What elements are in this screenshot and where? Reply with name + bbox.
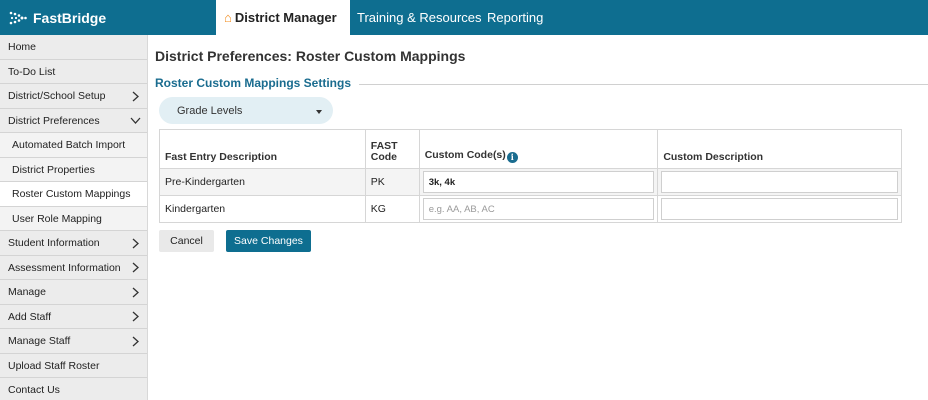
page-title: District Preferences: Roster Custom Mapp… bbox=[155, 48, 466, 64]
cell-fast-code: KG bbox=[364, 195, 420, 223]
sidebar-item-automated-batch-import[interactable]: Automated Batch Import bbox=[0, 133, 147, 158]
sidebar-item-district-school-setup[interactable]: District/School Setup bbox=[0, 84, 147, 109]
sidebar-item-label: District Preferences bbox=[8, 114, 100, 127]
sidebar-item-label: Manage Staff bbox=[8, 335, 71, 347]
chevron-right-icon bbox=[129, 231, 141, 255]
custom-description-input[interactable] bbox=[661, 171, 898, 193]
sidebar-item-student-information[interactable]: Student Information bbox=[0, 231, 147, 256]
sidebar-item-label: To-Do List bbox=[8, 65, 56, 78]
tab-label: District Manager bbox=[234, 10, 337, 25]
sidebar-item-label: User Role Mapping bbox=[12, 212, 102, 225]
cell-custom-codes: e.g. AA, AB, AC bbox=[418, 195, 659, 223]
column-header-fast-code: FAST Code bbox=[364, 129, 420, 169]
info-icon[interactable]: i bbox=[506, 152, 518, 163]
cell-custom-codes: 3k, 4k bbox=[418, 168, 659, 196]
header-label-line2: Code bbox=[370, 151, 397, 163]
chevron-right-icon bbox=[129, 280, 141, 304]
home-icon: ⌂ bbox=[224, 10, 232, 25]
tab-training-resources[interactable]: Training & Resources bbox=[357, 0, 482, 35]
chevron-right-icon bbox=[129, 84, 141, 108]
save-changes-button[interactable]: Save Changes bbox=[226, 230, 311, 252]
tab-label: Reporting bbox=[487, 10, 544, 25]
mappings-table: Fast Entry Description FAST Code Custom C… bbox=[159, 129, 902, 223]
chevron-right-icon bbox=[129, 256, 141, 280]
chevron-right-icon bbox=[129, 305, 141, 329]
sidebar-item-label: Add Staff bbox=[8, 310, 52, 323]
header-label: Fast Entry Description bbox=[165, 151, 278, 163]
table-header-row: Fast Entry Description FAST Code Custom C… bbox=[159, 129, 902, 169]
sidebar-item-manage[interactable]: Manage bbox=[0, 280, 147, 305]
cell-custom-description bbox=[657, 168, 902, 196]
column-header-custom-description: Custom Description bbox=[657, 129, 902, 169]
tab-reporting[interactable]: Reporting bbox=[487, 0, 543, 35]
sidebar-item-assessment-information[interactable]: Assessment Information bbox=[0, 255, 147, 280]
header-label: Custom Code(s) bbox=[424, 149, 506, 161]
sidebar-item-label: Automated Batch Import bbox=[12, 139, 126, 151]
sidebar-item-manage-staff[interactable]: Manage Staff bbox=[0, 329, 147, 354]
caret-down-icon bbox=[316, 110, 322, 114]
cell-custom-description bbox=[657, 195, 902, 223]
top-navigation-bar: FastBridge ⌂ District Manager Training &… bbox=[0, 0, 928, 35]
grade-levels-dropdown[interactable]: Grade Levels bbox=[159, 97, 333, 124]
table-row: Pre-Kindergarten PK 3k, 4k bbox=[159, 168, 902, 196]
sidebar-item-contact-us[interactable]: Contact Us bbox=[0, 378, 147, 400]
sidebar-item-label: Upload Staff Roster bbox=[8, 359, 100, 372]
sidebar-item-label: District Properties bbox=[12, 163, 95, 176]
custom-codes-input[interactable]: 3k, 4k bbox=[422, 171, 655, 193]
cell-description: Kindergarten bbox=[159, 195, 366, 223]
sidebar-item-label: Student Information bbox=[8, 237, 100, 249]
sidebar-item-district-preferences[interactable]: District Preferences bbox=[0, 108, 147, 133]
chevron-down-icon bbox=[129, 109, 141, 133]
fastbridge-logo[interactable]: FastBridge bbox=[8, 0, 106, 35]
sidebar-item-label: Home bbox=[8, 41, 37, 53]
cell-description: Pre-Kindergarten bbox=[159, 168, 366, 196]
tab-label: Training & Resources bbox=[357, 10, 482, 25]
sidebar-item-home[interactable]: Home bbox=[0, 35, 147, 60]
column-header-fast-entry-description: Fast Entry Description bbox=[159, 129, 366, 169]
sidebar-item-roster-custom-mappings[interactable]: Roster Custom Mappings bbox=[0, 182, 147, 207]
sidebar-item-label: Roster Custom Mappings bbox=[12, 188, 131, 200]
header-label: Custom Description bbox=[663, 151, 764, 163]
cell-fast-code: PK bbox=[364, 168, 420, 196]
sidebar-item-label: Assessment Information bbox=[8, 261, 121, 274]
sidebar-item-district-properties[interactable]: District Properties bbox=[0, 157, 147, 182]
fastbridge-logo-icon bbox=[9, 11, 27, 24]
sidebar-item-add-staff[interactable]: Add Staff bbox=[0, 304, 147, 329]
section-title: Roster Custom Mappings Settings bbox=[155, 76, 360, 90]
sidebar-item-user-role-mapping[interactable]: User Role Mapping bbox=[0, 206, 147, 231]
table-row: Kindergarten KG e.g. AA, AB, AC bbox=[159, 195, 902, 223]
main-content: District Preferences: Roster Custom Mapp… bbox=[148, 35, 928, 400]
dropdown-selected-value: Grade Levels bbox=[177, 104, 243, 117]
cancel-button[interactable]: Cancel bbox=[159, 230, 214, 252]
sidebar-item-todo-list[interactable]: To-Do List bbox=[0, 59, 147, 84]
sidebar-item-label: Contact Us bbox=[8, 384, 60, 396]
logo-text: FastBridge bbox=[33, 9, 107, 26]
column-header-custom-codes: Custom Code(s) i bbox=[418, 129, 659, 169]
sidebar-item-label: Manage bbox=[8, 286, 46, 298]
custom-description-input[interactable] bbox=[661, 198, 898, 220]
sidebar-nav: Home To-Do List District/School Setup Di… bbox=[0, 35, 148, 400]
chevron-right-icon bbox=[129, 329, 141, 353]
tab-district-manager[interactable]: ⌂ District Manager bbox=[216, 0, 350, 35]
custom-codes-input[interactable]: e.g. AA, AB, AC bbox=[422, 198, 655, 220]
sidebar-item-label: District/School Setup bbox=[8, 90, 106, 102]
sidebar-item-upload-staff-roster[interactable]: Upload Staff Roster bbox=[0, 353, 147, 378]
